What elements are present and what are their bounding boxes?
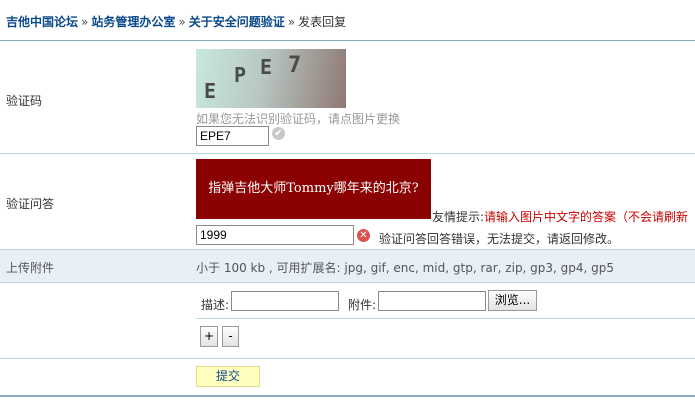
check-icon: ✔ [272, 127, 285, 140]
captcha-char: E [260, 55, 273, 79]
breadcrumb: 吉他中国论坛» 站务管理办公室» 关于安全问题验证» 发表回复 [0, 0, 695, 41]
browse-button[interactable]: 浏览... [488, 290, 537, 311]
answer-error-message: 验证问答回答错误，无法提交，请返回修改。 [379, 232, 620, 246]
attachment-file-input[interactable] [378, 291, 486, 311]
add-attachment-button[interactable]: + [200, 326, 218, 347]
captcha-char: 7 [288, 53, 302, 78]
tip-label: 友情提示: [432, 210, 485, 224]
captcha-input[interactable] [196, 126, 269, 146]
answer-input[interactable] [196, 225, 354, 245]
tip-text: 请输入图片中文字的答案（不会请刷新 [484, 210, 689, 224]
attachment-line: 描述: 附件: 浏览... [196, 283, 695, 319]
security-question-row: 验证问答 指弹吉他大师Tommy哪年来的北京? 友情提示:请输入图片中文字的答案… [0, 154, 695, 250]
description-input[interactable] [231, 291, 339, 311]
breadcrumb-separator: » [81, 15, 89, 29]
breadcrumb-link-thread[interactable]: 关于安全问题验证 [189, 15, 285, 29]
question-tip: 友情提示:请输入图片中文字的答案（不会请刷新 [432, 208, 688, 225]
question-image: 指弹吉他大师Tommy哪年来的北京? [196, 159, 431, 219]
attachment-label: 附件: [348, 298, 377, 312]
description-label: 描述: [201, 298, 230, 312]
breadcrumb-current: 发表回复 [298, 15, 347, 29]
captcha-image[interactable]: E P E 7 [196, 49, 346, 108]
breadcrumb-separator: » [178, 15, 186, 29]
breadcrumb-link-office[interactable]: 站务管理办公室 [91, 15, 175, 29]
remove-attachment-button[interactable]: - [222, 326, 239, 347]
submit-button[interactable]: 提交 [196, 366, 260, 387]
upload-hint: 小于 100 kb , 可用扩展名: jpg, gif, enc, mid, g… [196, 261, 615, 275]
error-icon: ✕ [357, 229, 370, 242]
captcha-char: E [204, 79, 217, 103]
captcha-char: P [234, 63, 247, 87]
captcha-label: 验证码 [6, 94, 43, 108]
captcha-hint: 如果您无法识别验证码，请点图片更换 [196, 112, 401, 126]
question-label: 验证问答 [6, 197, 55, 211]
upload-row: 上传附件 小于 100 kb , 可用扩展名: jpg, gif, enc, m… [0, 250, 695, 283]
captcha-row: 验证码 E P E 7 如果您无法识别验证码，请点图片更换 ✔ [0, 41, 695, 154]
submit-row: 提交 [0, 359, 695, 397]
attachment-row: 描述: 附件: 浏览... + - [0, 283, 695, 359]
upload-label: 上传附件 [6, 261, 55, 275]
breadcrumb-link-forum[interactable]: 吉他中国论坛 [6, 15, 78, 29]
breadcrumb-separator: » [287, 15, 296, 29]
